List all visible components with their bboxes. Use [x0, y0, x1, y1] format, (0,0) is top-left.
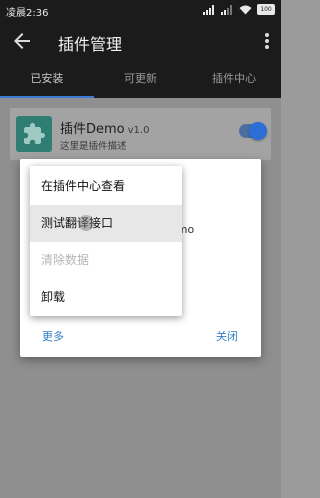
tab-plugin-center[interactable]: 插件中心	[187, 62, 281, 98]
menu-item-test-translate[interactable]: 测试翻译接口	[30, 205, 182, 242]
toggle-knob	[249, 122, 267, 140]
status-icons: 100	[203, 4, 275, 15]
status-bar: 凌晨2:36 100	[0, 0, 281, 20]
dialog-close-button[interactable]: 关闭	[216, 328, 238, 344]
status-time: 凌晨2:36	[6, 8, 49, 19]
page-title: 插件管理	[58, 35, 123, 54]
touch-ripple	[78, 215, 94, 231]
plugin-enable-toggle[interactable]	[239, 122, 267, 140]
plugin-description: 这里是插件描述	[60, 141, 127, 152]
menu-item-uninstall[interactable]: 卸载	[30, 279, 182, 316]
wifi-icon	[239, 5, 252, 14]
battery-icon: 100	[257, 4, 275, 15]
plugin-version: v1.0	[127, 125, 150, 136]
signal-icon	[203, 4, 214, 15]
plugin-name: 插件Demo v1.0	[60, 118, 149, 137]
plugin-list-item[interactable]: 插件Demo v1.0 这里是插件描述	[10, 108, 271, 160]
arrow-left-icon[interactable]	[10, 29, 34, 53]
plugin-name-text: 插件Demo	[60, 122, 125, 137]
menu-item-test-translate-label: 测试翻译接口	[41, 216, 114, 230]
signal-icon-2	[221, 4, 232, 15]
tab-updatable[interactable]: 可更新	[94, 62, 188, 98]
menu-item-view-in-center[interactable]: 在插件中心查看	[30, 168, 182, 205]
dialog-more-button[interactable]: 更多	[42, 328, 64, 344]
more-vertical-icon[interactable]	[261, 29, 273, 53]
tab-bar: 已安装 可更新 插件中心	[0, 62, 281, 98]
popup-menu: 在插件中心查看 测试翻译接口 清除数据 卸载	[30, 166, 182, 316]
puzzle-piece-icon	[16, 116, 52, 152]
menu-item-clear-data: 清除数据	[41, 253, 90, 267]
tab-installed[interactable]: 已安装	[0, 62, 94, 98]
app-toolbar: 插件管理	[0, 20, 281, 62]
